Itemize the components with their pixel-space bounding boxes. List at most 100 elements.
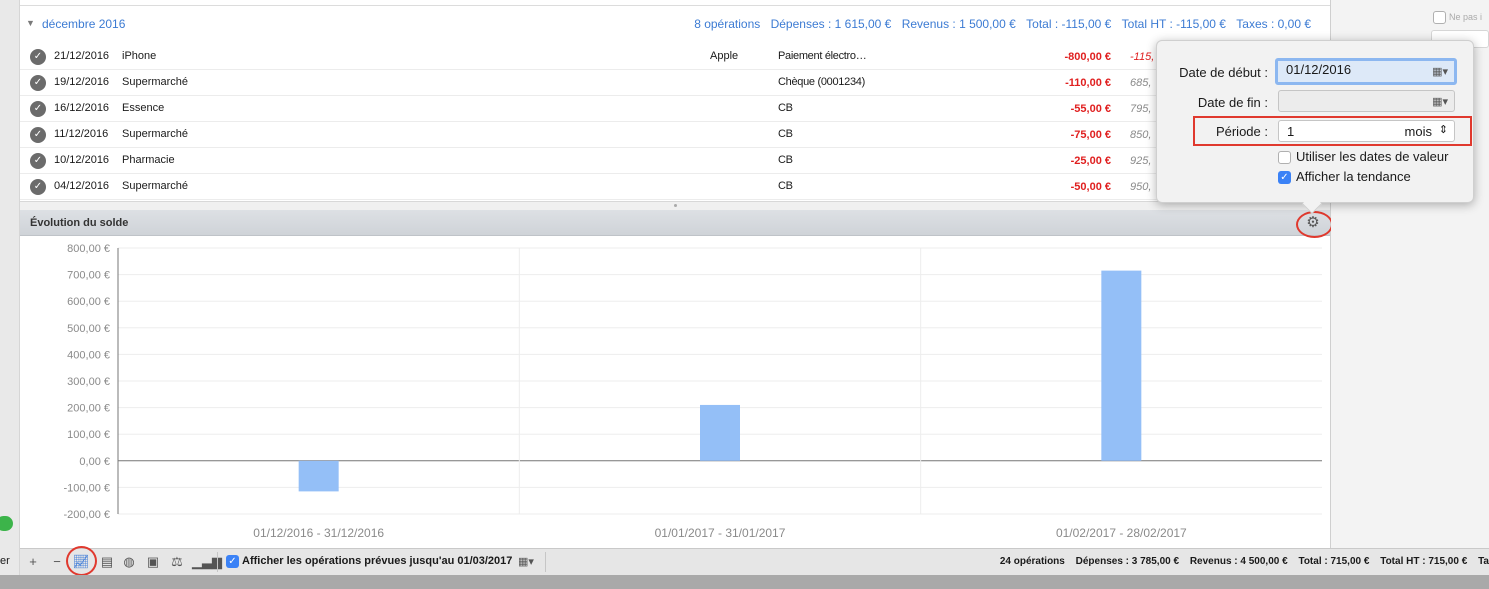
- month-name: décembre 2016: [42, 17, 126, 31]
- add-icon[interactable]: +: [26, 553, 40, 571]
- operation-description: iPhone: [122, 50, 157, 62]
- calendar-icon[interactable]: ▦▾: [1432, 95, 1448, 108]
- operation-amount: -50,00 €: [1070, 181, 1111, 193]
- status-indicator-icon: [0, 516, 13, 531]
- start-date-field[interactable]: 01/12/2016 ▦▾: [1275, 58, 1457, 85]
- bottom-left-text: er: [0, 555, 10, 567]
- operation-description: Pharmacie: [122, 154, 175, 166]
- x-tick-label: 01/02/2017 - 28/02/2017: [1056, 526, 1187, 540]
- chart-header: Évolution du solde ⚙: [20, 210, 1330, 236]
- start-date-label: Date de début :: [1179, 65, 1268, 80]
- balance-icon[interactable]: ⚖: [168, 553, 186, 571]
- chart-bar: [700, 404, 740, 461]
- operation-description: Essence: [122, 102, 165, 114]
- planned-ops-label: Afficher les opérations prévues jusqu'au…: [242, 555, 513, 567]
- checked-status-icon[interactable]: ✓: [30, 179, 46, 195]
- operation-description: Supermarché: [122, 76, 189, 88]
- y-tick-label: -200,00 €: [64, 509, 110, 521]
- operation-date: 19/12/2016: [54, 76, 110, 88]
- globe-icon[interactable]: ◍: [120, 553, 138, 571]
- month-total: Total : -115,00 €: [1026, 17, 1112, 31]
- checked-status-icon[interactable]: ✓: [30, 153, 46, 169]
- bottom-toolbar: er + − 📈︎ ▤ ◍ ▣ ⚖ ▁▃▆ ✓ Afficher les opé…: [0, 548, 1489, 575]
- balance-chart-svg: -200,00 € -100,00 € 0,00 € 100,00 € 200,00 €…: [64, 243, 1322, 540]
- operation-amount: -75,00 €: [1070, 129, 1111, 141]
- global-taxes: Ta: [1478, 556, 1489, 567]
- operation-balance: 850,: [1130, 129, 1152, 141]
- operation-balance: 950,: [1130, 181, 1152, 193]
- operation-mode: CB: [778, 128, 793, 140]
- y-tick-label: 800,00 €: [67, 243, 110, 255]
- operation-amount: -110,00 €: [1065, 77, 1111, 89]
- use-value-dates-checkbox[interactable]: [1278, 151, 1291, 164]
- splitter-grip: [674, 204, 677, 207]
- global-total: Total : 715,00 €: [1298, 556, 1370, 567]
- period-highlight-box: [1193, 116, 1472, 146]
- chart-bar: [1101, 270, 1142, 461]
- month-summary: 8 opérations Dépenses : 1 615,00 € Reven…: [687, 17, 1311, 31]
- use-value-dates-label: Utiliser les dates de valeur: [1296, 149, 1449, 164]
- operation-payee: Apple: [710, 50, 739, 62]
- table-row[interactable]: ✓ 04/12/2016 Supermarché CB -50,00 € 950,: [20, 174, 1330, 200]
- window-bottom-edge: [0, 575, 1489, 589]
- x-tick-label: 01/01/2017 - 31/01/2017: [655, 526, 786, 540]
- operation-description: Supermarché: [122, 180, 189, 192]
- operation-balance: 925,: [1130, 155, 1152, 167]
- month-total-ht: Total HT : -115,00 €: [1121, 17, 1226, 31]
- start-date-value: 01/12/2016: [1286, 62, 1352, 77]
- toolbar-separator: [217, 552, 218, 572]
- currency-icon[interactable]: ▣: [144, 553, 162, 571]
- operation-balance: 795,: [1130, 103, 1152, 115]
- global-operations-count: 24 opérations: [999, 556, 1065, 567]
- operation-date: 11/12/2016: [54, 128, 109, 140]
- report-icon[interactable]: ▤: [98, 553, 116, 571]
- y-tick-label: 400,00 €: [67, 349, 110, 361]
- operation-amount: -55,00 €: [1070, 103, 1111, 115]
- checked-status-icon[interactable]: ✓: [30, 49, 46, 65]
- top-divider: [20, 0, 1330, 6]
- remove-icon[interactable]: −: [50, 553, 64, 571]
- y-tick-label: 600,00 €: [67, 296, 110, 308]
- table-row[interactable]: ✓ 11/12/2016 Supermarché CB -75,00 € 850,: [20, 122, 1330, 148]
- global-income: Revenus : 4 500,00 €: [1189, 556, 1288, 567]
- table-row[interactable]: ✓ 21/12/2016 iPhone Apple Paiement électro… -…: [20, 44, 1330, 70]
- checked-status-icon[interactable]: ✓: [30, 101, 46, 117]
- operation-mode: CB: [778, 102, 793, 114]
- x-tick-label: 01/12/2016 - 31/12/2016: [253, 526, 384, 540]
- show-trend-checkbox[interactable]: ✓: [1278, 171, 1291, 184]
- table-row[interactable]: ✓ 16/12/2016 Essence CB -55,00 € 795,: [20, 96, 1330, 122]
- operation-date: 10/12/2016: [54, 154, 110, 166]
- table-row[interactable]: ✓ 10/12/2016 Pharmacie CB -25,00 € 925,: [20, 148, 1330, 174]
- y-tick-label: 0,00 €: [79, 456, 110, 468]
- month-taxes: Taxes : 0,00 €: [1236, 17, 1311, 31]
- main-panel: ▼ décembre 2016 8 opérations Dépenses : …: [20, 0, 1331, 548]
- y-tick-label: 200,00 €: [67, 403, 110, 415]
- checked-status-icon[interactable]: ✓: [30, 75, 46, 91]
- chart-bar: [298, 460, 339, 492]
- calendar-icon[interactable]: ▦▾: [1432, 65, 1448, 78]
- end-date-field[interactable]: ▦▾: [1278, 90, 1455, 112]
- graph-button-highlight-circle: [66, 546, 97, 576]
- bar-chart-icon[interactable]: ▁▃▆: [192, 553, 222, 571]
- operation-amount: -800,00 €: [1064, 51, 1111, 63]
- ne-pas-checkbox[interactable]: [1433, 11, 1446, 24]
- global-total-ht: Total HT : 715,00 €: [1380, 556, 1468, 567]
- balance-chart: -200,00 € -100,00 € 0,00 € 100,00 € 200,00 €…: [20, 236, 1330, 548]
- disclosure-triangle-icon[interactable]: ▼: [26, 18, 35, 28]
- month-operations-count: 8 opérations: [694, 17, 761, 31]
- gear-highlight-circle: [1296, 211, 1333, 238]
- planned-ops-checkbox[interactable]: ✓: [226, 555, 239, 568]
- operation-date: 21/12/2016: [54, 50, 110, 62]
- month-group-header[interactable]: ▼ décembre 2016 8 opérations Dépenses : …: [20, 12, 1330, 36]
- month-income: Revenus : 1 500,00 €: [901, 17, 1016, 31]
- checked-status-icon[interactable]: ✓: [30, 127, 46, 143]
- table-row[interactable]: ✓ 19/12/2016 Supermarché Chèque (0001234) -1…: [20, 70, 1330, 96]
- operation-balance: 685,: [1130, 77, 1152, 89]
- chart-title: Évolution du solde: [30, 217, 129, 229]
- toolbar-separator: [545, 552, 546, 572]
- splitter-handle[interactable]: [20, 201, 1330, 210]
- operation-mode: CB: [778, 154, 793, 166]
- operation-date: 16/12/2016: [54, 102, 110, 114]
- calendar-icon[interactable]: ▦▾: [514, 553, 538, 571]
- y-tick-label: 100,00 €: [67, 429, 110, 441]
